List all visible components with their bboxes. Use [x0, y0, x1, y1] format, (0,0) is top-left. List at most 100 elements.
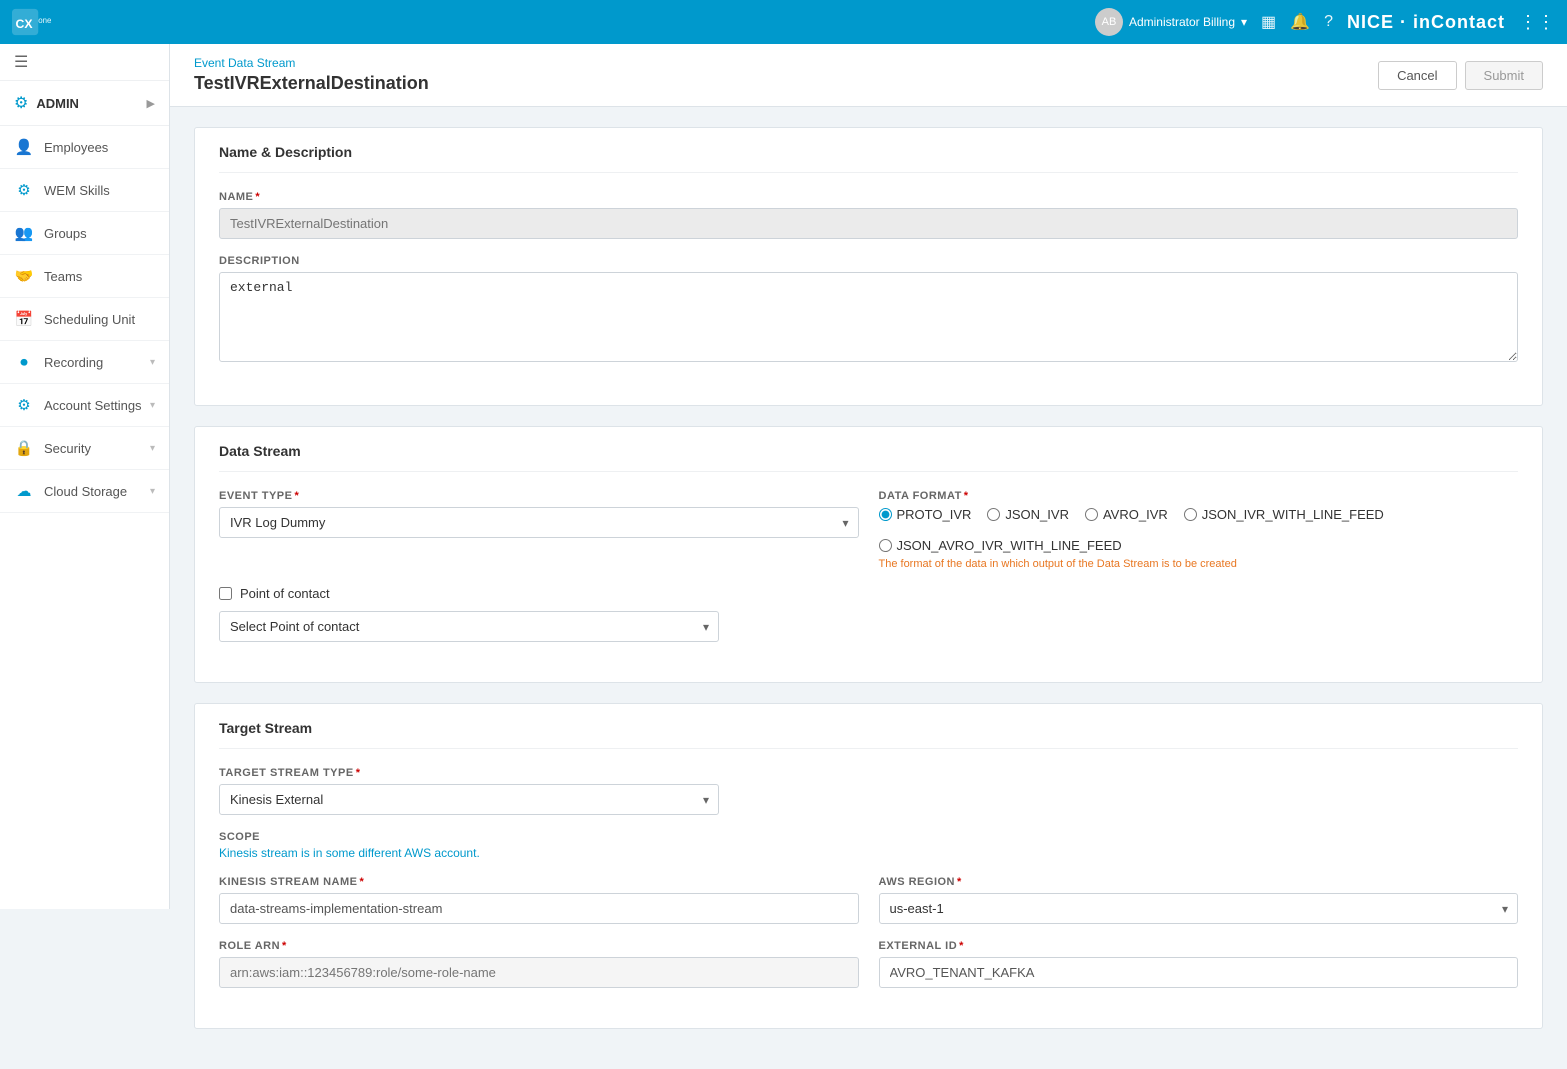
- external-id-label: EXTERNAL ID*: [879, 940, 1519, 952]
- radio-proto-ivr[interactable]: PROTO_IVR: [879, 507, 972, 522]
- scheduling-icon: 📅: [14, 309, 34, 329]
- main-content: Event Data Stream TestIVRExternalDestina…: [170, 44, 1567, 1069]
- role-arn-group: ROLE ARN*: [219, 940, 859, 988]
- description-form-group: DESCRIPTION external: [219, 255, 1518, 365]
- sidebar-item-label: Groups: [44, 226, 155, 241]
- content-area: Name & Description NAME* DESCRIPTION ext…: [170, 107, 1567, 1069]
- cancel-button[interactable]: Cancel: [1378, 61, 1456, 90]
- topnav-right: AB Administrator Billing ▾ ▦ 🔔 ? NICE · …: [1095, 8, 1555, 36]
- nice-brand: NICE · inContact: [1347, 12, 1505, 33]
- bell-icon[interactable]: 🔔: [1290, 12, 1310, 32]
- app-logo[interactable]: CX one: [12, 8, 82, 36]
- kinesis-stream-name-label: KINESIS STREAM NAME*: [219, 876, 859, 888]
- role-arn-input[interactable]: [219, 957, 859, 988]
- sidebar-item-teams[interactable]: 🤝 Teams: [0, 255, 169, 298]
- groups-icon: 👥: [14, 223, 34, 243]
- svg-text:CX: CX: [16, 17, 34, 31]
- security-icon: 🔒: [14, 438, 34, 458]
- svg-text:one: one: [38, 16, 52, 25]
- help-icon[interactable]: ?: [1324, 13, 1333, 31]
- json-avro-line-feed-label: JSON_AVRO_IVR_WITH_LINE_FEED: [897, 538, 1122, 553]
- sidebar-item-label: Employees: [44, 140, 155, 155]
- user-name: Administrator Billing: [1129, 15, 1235, 29]
- sidebar-item-scheduling-unit[interactable]: 📅 Scheduling Unit: [0, 298, 169, 341]
- target-stream-type-select-wrapper: Kinesis External Kinesis Internal S3 Kaf…: [219, 784, 719, 815]
- point-of-contact-checkbox[interactable]: [219, 587, 232, 600]
- radio-json-ivr-line-feed[interactable]: JSON_IVR_WITH_LINE_FEED: [1184, 507, 1384, 522]
- recording-chevron-icon: ▾: [150, 357, 155, 368]
- user-dropdown-icon[interactable]: ▾: [1241, 15, 1247, 29]
- data-format-group: DATA FORMAT* PROTO_IVR JSON_IVR: [879, 490, 1519, 570]
- radio-json-avro-line-feed[interactable]: JSON_AVRO_IVR_WITH_LINE_FEED: [879, 538, 1122, 553]
- event-type-select-wrapper: IVR Log Dummy Agent Activity Contact IVR…: [219, 507, 859, 538]
- sidebar-hamburger[interactable]: ☰: [0, 44, 169, 81]
- hamburger-icon[interactable]: ☰: [14, 54, 28, 71]
- external-id-input[interactable]: [879, 957, 1519, 988]
- name-input[interactable]: [219, 208, 1518, 239]
- sidebar-item-label: WEM Skills: [44, 183, 155, 198]
- radio-json-ivr[interactable]: JSON_IVR: [987, 507, 1069, 522]
- sidebar-item-groups[interactable]: 👥 Groups: [0, 212, 169, 255]
- radio-avro-ivr[interactable]: AVRO_IVR: [1085, 507, 1168, 522]
- sidebar-item-employees[interactable]: 👤 Employees: [0, 126, 169, 169]
- avatar: AB: [1095, 8, 1123, 36]
- point-of-contact-group: Point of contact Select Point of contact…: [219, 586, 1518, 642]
- topnav: CX one AB Administrator Billing ▾ ▦ 🔔 ? …: [0, 0, 1567, 44]
- data-format-hint: The format of the data in which output o…: [879, 558, 1519, 570]
- aws-region-label: AWS REGION*: [879, 876, 1519, 888]
- point-of-contact-select-wrapper: Select Point of contact ▾: [219, 611, 719, 642]
- employees-icon: 👤: [14, 137, 34, 157]
- sidebar-item-label: Recording: [44, 355, 150, 370]
- account-settings-icon: ⚙: [14, 395, 34, 415]
- breadcrumb[interactable]: Event Data Stream: [194, 56, 429, 70]
- teams-icon: 🤝: [14, 266, 34, 286]
- cloud-storage-chevron-icon: ▾: [150, 486, 155, 497]
- page-header-right: Cancel Submit: [1378, 61, 1543, 90]
- point-of-contact-checkbox-option[interactable]: Point of contact: [219, 586, 1518, 601]
- scope-group: SCOPE Kinesis stream is in some differen…: [219, 831, 1518, 860]
- wem-skills-icon: ⚙: [14, 180, 34, 200]
- security-chevron-icon: ▾: [150, 443, 155, 454]
- submit-button[interactable]: Submit: [1465, 61, 1543, 90]
- data-stream-row: EVENT TYPE* IVR Log Dummy Agent Activity…: [219, 490, 1518, 586]
- page-header: Event Data Stream TestIVRExternalDestina…: [170, 44, 1567, 107]
- recording-icon: ⏺: [14, 352, 34, 372]
- admin-gear-icon: ⚙: [14, 93, 28, 113]
- description-input[interactable]: external: [219, 272, 1518, 362]
- sidebar-admin[interactable]: ⚙ ADMIN ▶: [0, 81, 169, 126]
- cloud-storage-icon: ☁: [14, 481, 34, 501]
- target-stream-type-label: TARGET STREAM TYPE*: [219, 767, 1518, 779]
- sidebar-item-wem-skills[interactable]: ⚙ WEM Skills: [0, 169, 169, 212]
- json-ivr-line-feed-label: JSON_IVR_WITH_LINE_FEED: [1202, 507, 1384, 522]
- apps-grid-icon[interactable]: ⋮⋮: [1519, 12, 1555, 33]
- event-type-group: EVENT TYPE* IVR Log Dummy Agent Activity…: [219, 490, 859, 570]
- sidebar-item-label: Cloud Storage: [44, 484, 150, 499]
- sidebar-item-recording[interactable]: ⏺ Recording ▾: [0, 341, 169, 384]
- external-id-group: EXTERNAL ID*: [879, 940, 1519, 988]
- account-settings-chevron-icon: ▾: [150, 400, 155, 411]
- sidebar-item-label: Account Settings: [44, 398, 150, 413]
- avro-ivr-label: AVRO_IVR: [1103, 507, 1168, 522]
- sidebar-item-label: Scheduling Unit: [44, 312, 155, 327]
- point-of-contact-select[interactable]: Select Point of contact: [219, 611, 719, 642]
- aws-region-group: AWS REGION* us-east-1 us-west-2 eu-west-…: [879, 876, 1519, 924]
- target-stream-type-select[interactable]: Kinesis External Kinesis Internal S3 Kaf…: [219, 784, 719, 815]
- name-form-group: NAME*: [219, 191, 1518, 239]
- role-arn-label: ROLE ARN*: [219, 940, 859, 952]
- monitor-icon[interactable]: ▦: [1261, 12, 1276, 32]
- description-label: DESCRIPTION: [219, 255, 1518, 267]
- kinesis-aws-row: KINESIS STREAM NAME* AWS REGION* us-east…: [219, 876, 1518, 940]
- event-type-label: EVENT TYPE*: [219, 490, 859, 502]
- sidebar-item-security[interactable]: 🔒 Security ▾: [0, 427, 169, 470]
- role-external-row: ROLE ARN* EXTERNAL ID*: [219, 940, 1518, 1004]
- json-ivr-label: JSON_IVR: [1005, 507, 1069, 522]
- sidebar-item-account-settings[interactable]: ⚙ Account Settings ▾: [0, 384, 169, 427]
- event-type-select[interactable]: IVR Log Dummy Agent Activity Contact IVR: [219, 507, 859, 538]
- admin-label: ADMIN: [36, 96, 146, 111]
- sidebar-item-cloud-storage[interactable]: ☁ Cloud Storage ▾: [0, 470, 169, 513]
- page-header-left: Event Data Stream TestIVRExternalDestina…: [194, 56, 429, 94]
- user-info[interactable]: AB Administrator Billing ▾: [1095, 8, 1247, 36]
- scope-label: SCOPE: [219, 831, 1518, 843]
- scope-value: Kinesis stream is in some different AWS …: [219, 846, 1518, 860]
- target-stream-title: Target Stream: [219, 704, 1518, 749]
